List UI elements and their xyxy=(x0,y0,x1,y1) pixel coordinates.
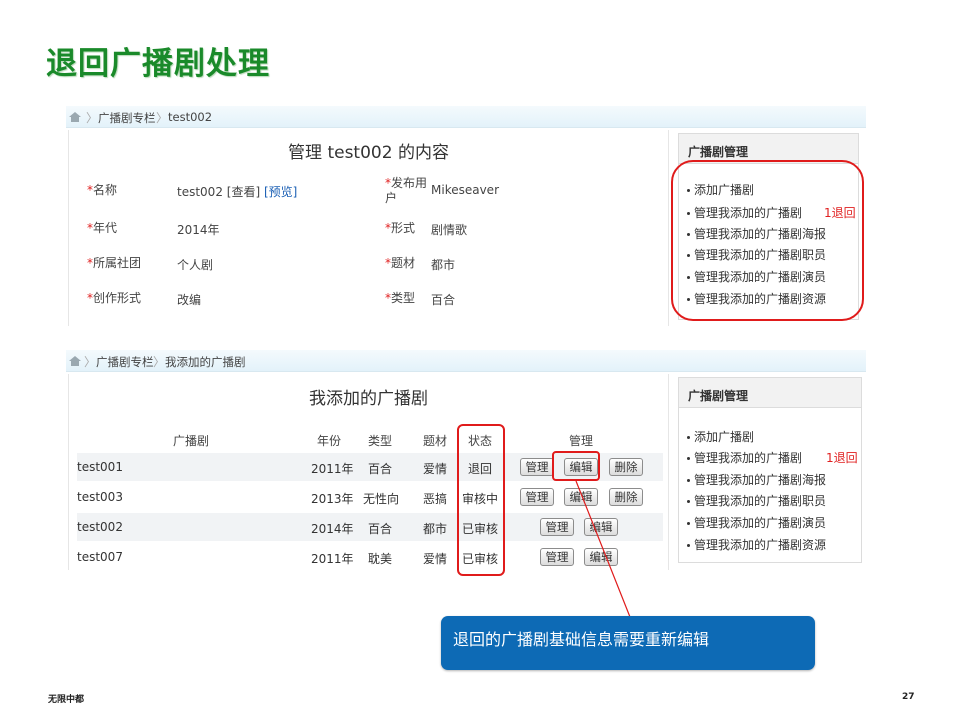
row-year: 2011年 xyxy=(311,552,354,566)
delete-button[interactable]: 删除 xyxy=(609,458,643,476)
field-value-club: 个人剧 xyxy=(177,258,214,272)
sidebar-item-cast[interactable]: 管理我添加的广播剧演员 xyxy=(687,514,826,531)
field-label-club: *所属社团 xyxy=(87,256,142,270)
edit-button[interactable]: 编辑 xyxy=(584,548,618,566)
field-label-type: *类型 xyxy=(385,291,416,305)
row-name: test007 xyxy=(77,550,123,564)
row-year: 2013年 xyxy=(311,492,354,506)
sidebar-item-posters[interactable]: 管理我添加的广播剧海报 xyxy=(687,471,826,488)
sidebar-item-staff[interactable]: 管理我添加的广播剧职员 xyxy=(687,492,826,509)
callout-note: 退回的广播剧基础信息需要重新编辑 xyxy=(441,616,815,670)
column-header-manage: 管理 xyxy=(569,434,594,448)
breadcrumb-separator: 〉 xyxy=(84,355,97,369)
column-header-theme: 题材 xyxy=(423,434,448,448)
home-icon[interactable] xyxy=(69,112,81,122)
breadcrumb-item-column[interactable]: 广播剧专栏 xyxy=(98,110,156,126)
breadcrumb: 〉 广播剧专栏 〉 我添加的广播剧 xyxy=(66,350,866,372)
manage-button[interactable]: 管理 xyxy=(540,548,574,566)
field-value-publisher: Mikeseaver xyxy=(431,183,499,197)
row-type: 百合 xyxy=(368,462,393,476)
view-link[interactable]: [查看] xyxy=(227,185,260,199)
field-label-name: *名称 xyxy=(87,183,118,197)
field-label-creation: *创作形式 xyxy=(87,291,142,305)
page-title: 管理 test002 的内容 xyxy=(288,143,449,163)
delete-button[interactable]: 删除 xyxy=(609,488,643,506)
row-name: test001 xyxy=(77,460,123,474)
returned-badge[interactable]: 1退回 xyxy=(826,449,858,466)
manage-button[interactable]: 管理 xyxy=(520,458,554,476)
breadcrumb-item-current: 我添加的广播剧 xyxy=(165,355,246,369)
field-label-publisher: *发布用户 xyxy=(385,176,428,205)
row-theme: 爱情 xyxy=(423,462,448,476)
manage-button[interactable]: 管理 xyxy=(540,518,574,536)
column-header-year: 年份 xyxy=(317,434,342,448)
field-value-type: 百合 xyxy=(431,293,456,307)
edit-button[interactable]: 编辑 xyxy=(564,488,598,506)
home-icon[interactable] xyxy=(69,356,81,366)
field-value-theme: 都市 xyxy=(431,258,456,272)
row-type: 百合 xyxy=(368,522,393,536)
field-label-form: *形式 xyxy=(385,221,416,235)
sidebar-item-add[interactable]: 添加广播剧 xyxy=(687,428,754,445)
page-title: 我添加的广播剧 xyxy=(309,389,428,409)
row-theme: 都市 xyxy=(423,522,448,536)
row-year: 2011年 xyxy=(311,462,354,476)
field-value-era: 2014年 xyxy=(177,223,220,237)
footer-logo-text: 无限中都 xyxy=(48,695,85,705)
row-type: 无性向 xyxy=(363,492,400,506)
slide-title: 退回广播剧处理 xyxy=(46,46,270,82)
field-value-name: test002 [查看] [预览] xyxy=(177,185,298,199)
manage-button[interactable]: 管理 xyxy=(520,488,554,506)
breadcrumb: 〉 广播剧专栏 〉 test002 xyxy=(66,106,866,128)
highlight-edit-button xyxy=(552,451,600,481)
breadcrumb-separator: 〉 xyxy=(153,355,166,369)
sidebar-title: 广播剧管理 xyxy=(679,378,861,408)
sidebar-item-resources[interactable]: 管理我添加的广播剧资源 xyxy=(687,536,826,553)
preview-link[interactable]: [预览] xyxy=(264,185,297,199)
row-name: test002 xyxy=(77,520,123,534)
column-header-name: 广播剧 xyxy=(173,434,210,448)
highlight-sidebar-menu xyxy=(671,160,864,321)
highlight-status-column xyxy=(457,424,505,576)
field-label-theme: *题材 xyxy=(385,256,416,270)
content-area: 管理 test002 的内容 *名称 test002 [查看] [预览] *年代… xyxy=(68,130,669,326)
breadcrumb-item-column[interactable]: 广播剧专栏 xyxy=(96,354,154,370)
breadcrumb-item-current: test002 xyxy=(168,110,213,124)
field-label-era: *年代 xyxy=(87,221,118,235)
edit-button[interactable]: 编辑 xyxy=(584,518,618,536)
field-value-form: 剧情歌 xyxy=(431,223,468,237)
field-value-creation: 改编 xyxy=(177,293,202,307)
sidebar-item-manage[interactable]: 管理我添加的广播剧 xyxy=(687,449,802,466)
row-type: 耽美 xyxy=(368,552,393,566)
row-name: test003 xyxy=(77,490,123,504)
sidebar-management: 广播剧管理 添加广播剧 管理我添加的广播剧 1退回 管理我添加的广播剧海报 管理… xyxy=(678,377,862,563)
breadcrumb-separator: 〉 xyxy=(86,111,99,125)
row-theme: 爱情 xyxy=(423,552,448,566)
column-header-type: 类型 xyxy=(368,434,393,448)
breadcrumb-separator: 〉 xyxy=(156,111,169,125)
row-theme: 恶搞 xyxy=(423,492,448,506)
row-year: 2014年 xyxy=(311,522,354,536)
page-number: 27 xyxy=(902,692,915,702)
